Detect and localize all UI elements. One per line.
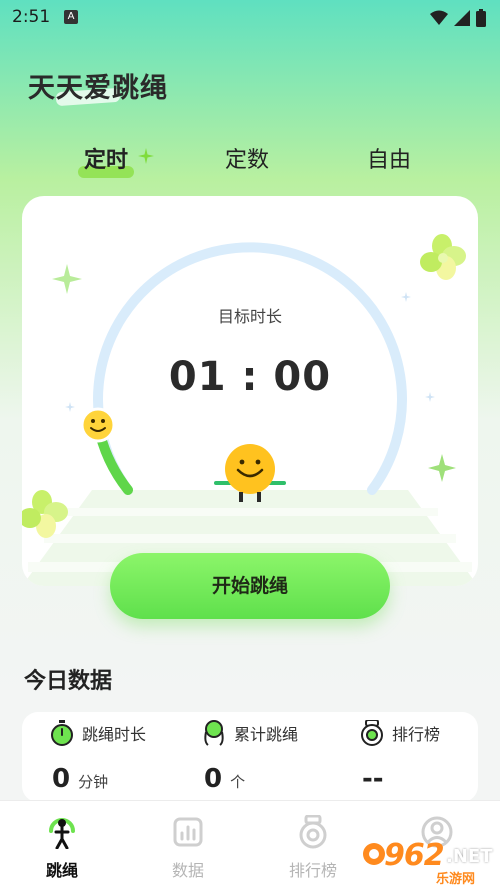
stat-total-jumps: 累计跳绳 0个 [174,712,324,802]
sparkle-icon [138,148,154,164]
stat-jump-duration: 跳绳时长 0 分钟 [22,712,172,802]
signal-icon [454,10,470,26]
today-stats-card: 跳绳时长 0 分钟 累计跳绳 0个 排行榜 -- [22,712,478,802]
status-icons [430,9,486,27]
watermark-suffix: .NET [446,846,493,867]
target-duration-label: 目标时长 [217,307,282,326]
ranking-icon [361,720,383,746]
stat-label: 跳绳时长 [82,725,147,744]
tab-count[interactable]: 定数 [225,142,269,174]
app-title: 天天爱跳绳 [28,73,168,104]
stat-ranking[interactable]: 排行榜 -- [326,712,478,802]
wifi-icon [430,10,448,25]
watermark-text: 962 [384,838,445,873]
today-data-title: 今日数据 [24,669,113,694]
stat-value: -- [362,764,384,794]
nav-label: 排行榜 [288,861,337,880]
timer-card: 目标时长 01 : 00 [22,196,478,586]
stat-label: 排行榜 [392,725,441,744]
flower-decoration [420,234,466,280]
nav-label: 数据 [171,861,204,880]
jump-rope-icon [204,720,224,746]
battery-icon [476,9,486,27]
stat-value: 0 [204,764,223,794]
status-bar: 2:51 A [0,0,500,36]
site-watermark: 962 .NET 乐游网 [362,838,498,887]
nav-data[interactable]: 数据 [143,815,233,881]
watermark-sub: 乐游网 [436,872,476,887]
flower-decoration [22,490,68,538]
mode-tabs: 定时 定数 自由 [0,142,500,182]
stopwatch-icon [51,720,73,746]
bar-chart-icon [173,817,203,847]
nav-jump[interactable]: 跳绳 [17,815,107,881]
tab-timed[interactable]: 定时 [84,142,128,174]
notification-icon: A [64,10,78,24]
ranking-icon [299,814,327,849]
stat-value: 0 [52,764,71,794]
nav-ranking[interactable]: 排行榜 [268,814,358,881]
jump-person-icon [49,818,75,850]
stat-unit: 分钟 [78,773,109,791]
tab-free[interactable]: 自由 [367,142,411,174]
watermark-logo-icon [363,843,385,865]
stat-label: 累计跳绳 [234,725,299,744]
nav-label: 跳绳 [45,861,78,880]
start-jump-button[interactable]: 开始跳绳 [110,553,390,619]
target-duration-value[interactable]: 01 : 00 [22,354,478,400]
stat-unit: 个 [230,773,246,791]
status-time: 2:51 [12,7,51,27]
mascot-icon [214,444,286,502]
